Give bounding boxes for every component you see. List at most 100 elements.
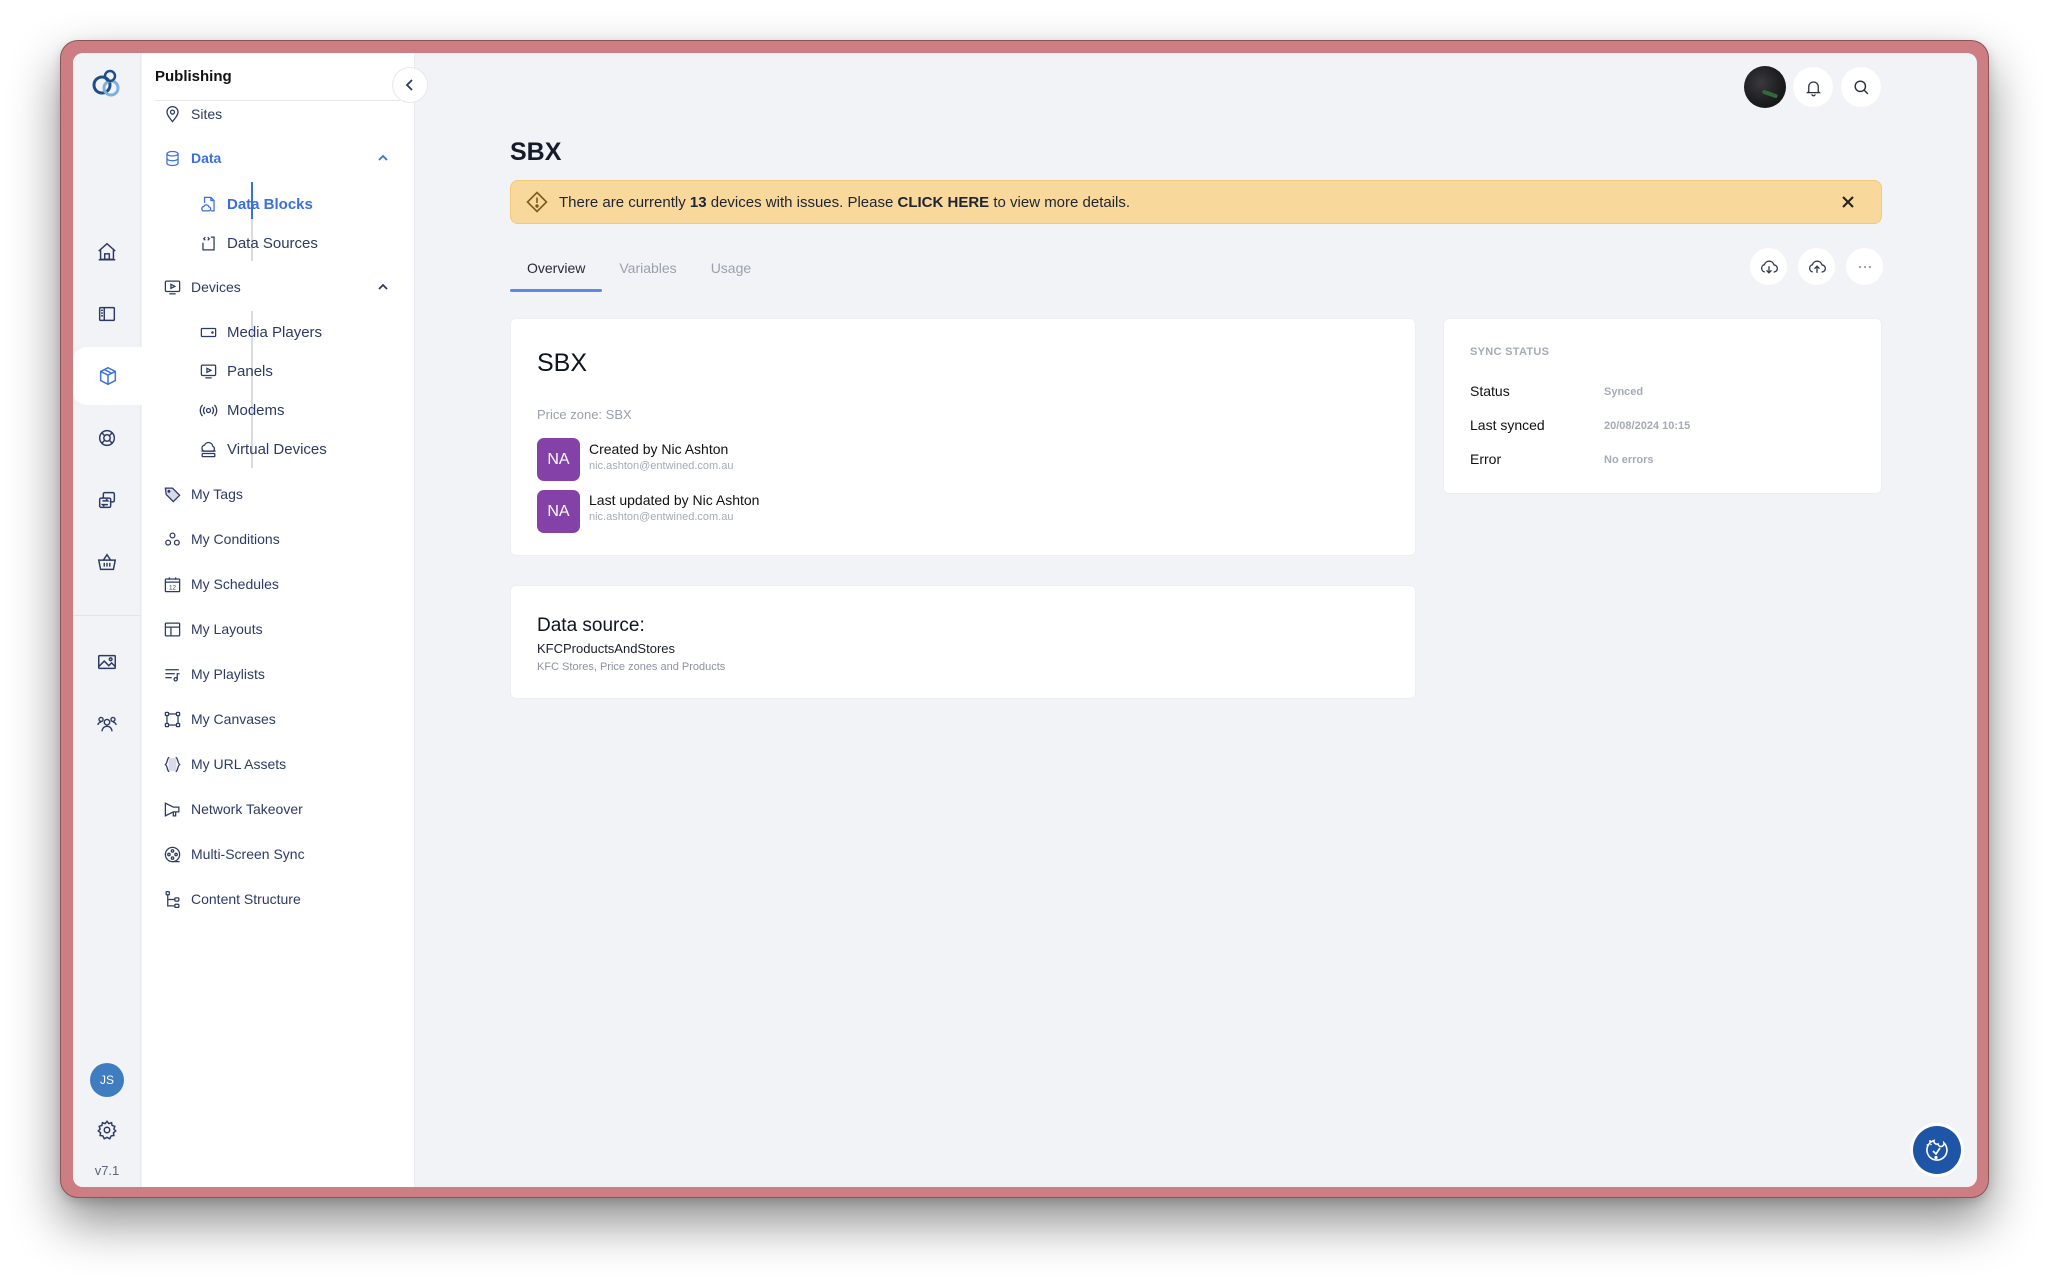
layout-icon <box>162 619 182 639</box>
data-block-file-icon <box>198 194 218 214</box>
data-source-description: KFC Stores, Price zones and Products <box>537 661 726 673</box>
nav-item-sites[interactable]: Sites <box>162 99 398 129</box>
rail-publishing-button[interactable] <box>73 347 143 405</box>
more-options-button[interactable] <box>1846 248 1883 285</box>
nav-item-label: Data Blocks <box>227 195 313 213</box>
nav-item-label: My Conditions <box>191 531 280 547</box>
nav-section-devices[interactable]: Devices <box>162 272 398 302</box>
creator-avatar: NA <box>537 438 580 481</box>
sync-status-heading: SYNC STATUS <box>1470 346 1550 358</box>
bell-icon <box>1805 80 1821 96</box>
nav-item-multi-screen-sync[interactable]: Multi-Screen Sync <box>162 839 398 869</box>
sync-key-last-synced: Last synced <box>1470 417 1545 433</box>
app-logo <box>92 69 120 97</box>
search-button[interactable] <box>1841 67 1881 107</box>
tree-structure-icon <box>162 889 182 909</box>
cloud-download-icon <box>1760 260 1778 274</box>
nav-item-label: Network Takeover <box>191 801 303 817</box>
detail-title: SBX <box>537 349 588 377</box>
user-avatar[interactable]: JS <box>90 1063 124 1097</box>
data-source-name: KFCProductsAndStores <box>537 641 676 656</box>
cloud-download-button[interactable] <box>1750 248 1787 285</box>
collapse-sidebar-button[interactable] <box>392 67 428 103</box>
cloud-server-icon <box>198 439 218 459</box>
nav-section-data[interactable]: Data <box>162 143 398 173</box>
users-icon <box>97 716 117 732</box>
rail-divider <box>73 615 141 616</box>
close-icon[interactable] <box>1839 193 1857 211</box>
rail-home-button[interactable] <box>73 223 141 281</box>
nav-item-data-sources[interactable]: Data Sources <box>198 228 398 258</box>
nav-item-my-canvases[interactable]: My Canvases <box>162 704 398 734</box>
nav-item-my-url-assets[interactable]: My URL Assets <box>162 749 398 779</box>
nav-item-virtual-devices[interactable]: Virtual Devices <box>198 434 398 464</box>
updater-avatar: NA <box>537 490 580 533</box>
map-pin-icon <box>162 104 182 124</box>
nav-item-content-structure[interactable]: Content Structure <box>162 884 398 914</box>
rail-sync-button[interactable] <box>73 471 141 529</box>
nav-item-label: Multi-Screen Sync <box>191 846 305 862</box>
tab-bar: Overview Variables Usage <box>510 256 768 292</box>
megaphone-icon <box>162 799 182 819</box>
nav-item-label: Content Structure <box>191 891 301 907</box>
device-issues-alert: There are currently 13 devices with issu… <box>510 180 1882 224</box>
nav-item-label: Modems <box>227 401 285 419</box>
code-bracket-icon <box>198 233 218 253</box>
broadcast-icon <box>198 400 218 420</box>
tab-variables[interactable]: Variables <box>602 256 693 292</box>
cookie-consent-button[interactable] <box>1913 1126 1961 1174</box>
profile-photo[interactable] <box>1744 66 1786 108</box>
svg-text:12: 12 <box>168 584 176 591</box>
calendar-icon: 12 <box>162 574 182 594</box>
nav-item-label: Panels <box>227 362 273 380</box>
playlist-icon <box>162 664 182 684</box>
nav-item-my-layouts[interactable]: My Layouts <box>162 614 398 644</box>
rail-media-button[interactable] <box>73 633 141 691</box>
nav-item-media-players[interactable]: Media Players <box>198 317 398 347</box>
gear-icon[interactable] <box>96 1119 118 1141</box>
data-source-card: Data source: KFCProductsAndStores KFC St… <box>510 585 1416 699</box>
nav-item-network-takeover[interactable]: Network Takeover <box>162 794 398 824</box>
rail-sidebar-button[interactable] <box>73 285 141 343</box>
nav-item-label: Sites <box>191 106 223 122</box>
search-icon <box>1853 79 1868 94</box>
rail-users-button[interactable] <box>73 695 141 753</box>
alert-click-here-link[interactable]: CLICK HERE <box>898 194 990 211</box>
price-zone: Price zone: SBX <box>537 407 632 422</box>
film-reel-icon <box>162 844 182 864</box>
swap-icon <box>98 491 116 509</box>
nav-item-label: My URL Assets <box>191 756 287 772</box>
nav-item-panels[interactable]: Panels <box>198 356 398 386</box>
sync-key-status: Status <box>1470 383 1510 399</box>
tab-overview[interactable]: Overview <box>510 256 603 292</box>
nav-item-label: My Playlists <box>191 666 265 682</box>
nav-item-my-tags[interactable]: My Tags <box>162 479 398 509</box>
nav-item-modems[interactable]: Modems <box>198 395 398 425</box>
nav-item-data-blocks[interactable]: Data Blocks <box>198 189 398 219</box>
nav-item-my-playlists[interactable]: My Playlists <box>162 659 398 689</box>
rail-store-button[interactable] <box>73 533 141 591</box>
app-version: v7.1 <box>94 1163 120 1178</box>
rail-support-button[interactable] <box>73 409 141 467</box>
notifications-button[interactable] <box>1793 67 1833 107</box>
nav-item-label: Virtual Devices <box>227 440 327 458</box>
canvas-nodes-icon <box>162 709 182 729</box>
sync-status-card: SYNC STATUS Status Synced Last synced 20… <box>1443 318 1882 494</box>
tab-usage[interactable]: Usage <box>694 256 768 292</box>
cookie-check-icon <box>1926 1139 1948 1161</box>
sync-value-status: Synced <box>1604 386 1644 398</box>
nav-item-label: Devices <box>191 279 241 295</box>
cloud-upload-button[interactable] <box>1798 248 1835 285</box>
alert-middle: devices with issues. Please <box>706 193 898 211</box>
created-by: Created by Nic Ashton <box>589 441 729 457</box>
nav-item-my-conditions[interactable]: My Conditions <box>162 524 398 554</box>
cloud-upload-icon <box>1808 260 1826 273</box>
chevron-up-icon[interactable] <box>376 280 390 294</box>
alert-device-count: 13 <box>689 193 707 211</box>
monitor-play-icon <box>198 361 218 381</box>
page-title: SBX <box>510 138 562 166</box>
chevron-up-icon[interactable] <box>376 151 390 165</box>
nav-item-my-schedules[interactable]: 12 My Schedules <box>162 569 398 599</box>
icon-rail: JS v7.1 <box>73 53 143 1187</box>
sidebar-panel-icon <box>98 306 116 322</box>
